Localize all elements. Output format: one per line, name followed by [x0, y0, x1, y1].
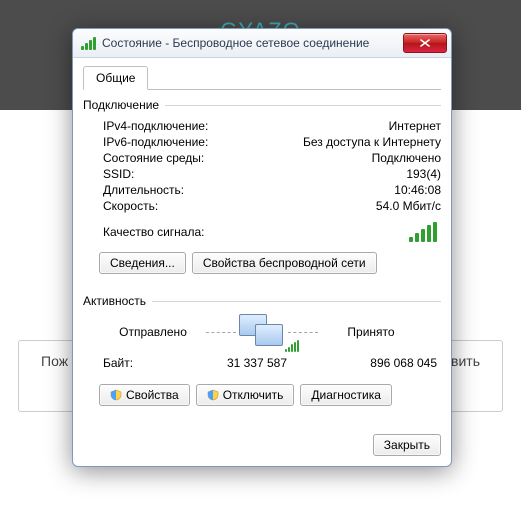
- tabstrip: Общие: [83, 66, 441, 90]
- ssid-value: 193(4): [406, 167, 441, 181]
- ipv6-label: IPv6-подключение:: [103, 135, 208, 149]
- status-dialog: Состояние - Беспроводное сетевое соедине…: [72, 28, 452, 467]
- dialog-footer: Закрыть: [73, 428, 451, 466]
- media-value: Подключено: [372, 151, 441, 165]
- close-button[interactable]: [403, 33, 447, 53]
- row-signal: Качество сигнала:: [83, 214, 441, 248]
- bytes-sent-value: 31 337 587: [175, 356, 327, 370]
- dashed-line-icon: [206, 332, 236, 333]
- wireless-properties-button[interactable]: Свойства беспроводной сети: [192, 252, 377, 274]
- row-ipv4: IPv4-подключение: Интернет: [83, 118, 441, 134]
- divider: [165, 105, 441, 106]
- row-speed: Скорость: 54.0 Мбит/с: [83, 198, 441, 214]
- row-ipv6: IPv6-подключение: Без доступа к Интернет…: [83, 134, 441, 150]
- dashed-line-icon: [288, 332, 318, 333]
- divider: [152, 301, 441, 302]
- titlebar[interactable]: Состояние - Беспроводное сетевое соедине…: [73, 29, 451, 58]
- tab-general[interactable]: Общие: [83, 66, 148, 90]
- connection-title: Подключение: [83, 98, 159, 112]
- bytes-label: Байт:: [103, 356, 175, 370]
- received-label: Принято: [321, 325, 421, 339]
- wifi-signal-icon: [81, 37, 96, 50]
- duration-label: Длительность:: [103, 183, 184, 197]
- speed-label: Скорость:: [103, 199, 158, 213]
- disable-button[interactable]: Отключить: [196, 384, 295, 406]
- mini-signal-icon: [285, 340, 299, 352]
- connection-group: Подключение IPv4-подключение: Интернет I…: [83, 98, 441, 282]
- details-button[interactable]: Сведения...: [99, 252, 186, 274]
- diagnose-button[interactable]: Диагностика: [300, 384, 392, 406]
- row-duration: Длительность: 10:46:08: [83, 182, 441, 198]
- properties-button[interactable]: Свойства: [99, 384, 190, 406]
- computers-icon: [239, 314, 285, 350]
- bytes-received-value: 896 068 045: [327, 356, 439, 370]
- close-icon: [420, 39, 430, 47]
- ipv6-value: Без доступа к Интернету: [303, 135, 441, 149]
- row-ssid: SSID: 193(4): [83, 166, 441, 182]
- sent-label: Отправлено: [103, 325, 203, 339]
- window-title: Состояние - Беспроводное сетевое соедине…: [102, 36, 369, 50]
- ipv4-label: IPv4-подключение:: [103, 119, 208, 133]
- ipv4-value: Интернет: [389, 119, 441, 133]
- activity-title: Активность: [83, 294, 146, 308]
- shield-icon: [110, 389, 122, 401]
- media-label: Состояние среды:: [103, 151, 204, 165]
- bg-text-right: вить: [451, 353, 480, 399]
- close-dialog-button[interactable]: Закрыть: [373, 434, 441, 456]
- bg-text-left: Пож: [41, 353, 68, 399]
- signal-bars-icon: [409, 222, 441, 242]
- bytes-row: Байт: 31 337 587 896 068 045: [83, 356, 441, 380]
- ssid-label: SSID:: [103, 167, 134, 181]
- duration-value: 10:46:08: [394, 183, 441, 197]
- signal-label: Качество сигнала:: [103, 225, 204, 239]
- speed-value: 54.0 Мбит/с: [376, 199, 441, 213]
- activity-diagram: Отправлено Принято: [83, 314, 441, 350]
- shield-icon: [207, 389, 219, 401]
- row-media: Состояние среды: Подключено: [83, 150, 441, 166]
- activity-group: Активность Отправлено Принято Байт:: [83, 286, 441, 414]
